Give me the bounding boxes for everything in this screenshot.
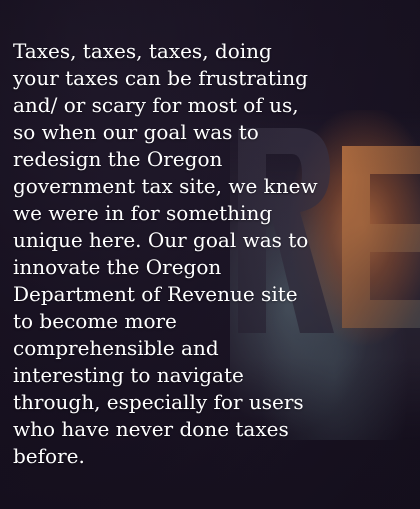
hero-panel: Taxes, taxes, taxes, doing your taxes ca… [0,0,420,509]
intro-paragraph: Taxes, taxes, taxes, doing your taxes ca… [13,39,318,468]
